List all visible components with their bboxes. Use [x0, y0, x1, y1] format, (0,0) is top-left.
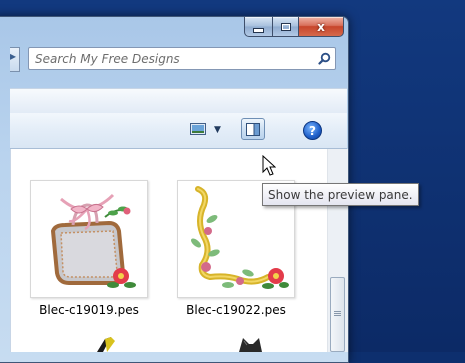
- address-dropdown-icon[interactable]: ▸: [10, 49, 16, 63]
- change-view-icon: [190, 123, 206, 135]
- search-input[interactable]: [29, 48, 313, 69]
- command-toolbar: ▼ ?: [10, 113, 347, 149]
- search-box[interactable]: [28, 47, 336, 70]
- minimize-button[interactable]: [244, 17, 273, 37]
- scrollbar-thumb[interactable]: [330, 277, 345, 352]
- close-icon: x: [317, 19, 325, 34]
- mouse-cursor-icon: [262, 155, 276, 176]
- search-icon[interactable]: [313, 48, 335, 69]
- preview-pane-icon: [246, 122, 260, 136]
- change-view-button[interactable]: [190, 123, 206, 135]
- file-name[interactable]: Blec-c19019.pes: [19, 303, 159, 317]
- file-name[interactable]: Blec-c19022.pes: [166, 303, 306, 317]
- minimize-icon: [253, 27, 264, 33]
- maximize-button[interactable]: [273, 17, 299, 37]
- vertical-scrollbar[interactable]: [327, 149, 348, 352]
- preview-pane-button[interactable]: [241, 118, 265, 140]
- close-button[interactable]: x: [299, 17, 344, 37]
- caption-buttons: x: [244, 17, 344, 37]
- cat-design-thumbnail: [239, 338, 262, 352]
- embroidered-bag-with-pink-bow-icon: [50, 193, 136, 288]
- file-list-view: Blec-c19019.pes Blec-c19022.pes: [10, 149, 328, 352]
- help-button[interactable]: ?: [303, 121, 322, 140]
- help-icon: ?: [309, 123, 316, 138]
- view-options-dropdown-icon[interactable]: ▼: [214, 125, 221, 135]
- preview-pane-tooltip: Show the preview pane.: [262, 183, 419, 206]
- menu-bar: [10, 88, 347, 114]
- maximize-icon: [280, 22, 291, 31]
- butterfly-design-thumbnail: [97, 337, 115, 352]
- file-thumbnail[interactable]: [30, 180, 148, 298]
